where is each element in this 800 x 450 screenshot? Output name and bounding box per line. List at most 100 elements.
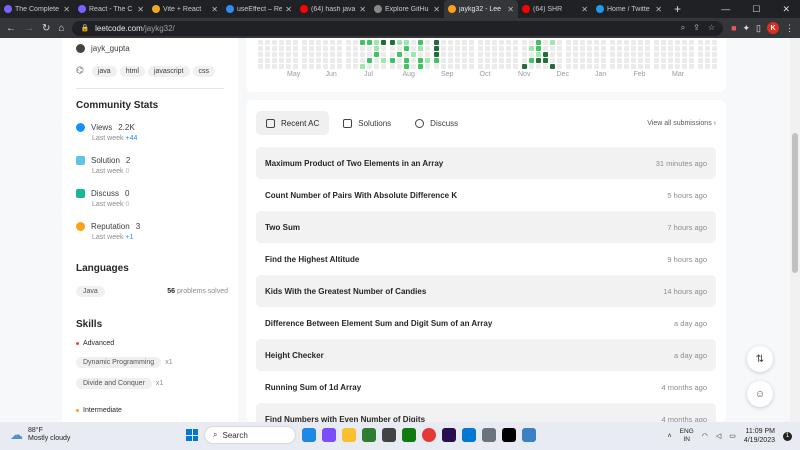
home-icon[interactable]: ⌂ xyxy=(58,23,64,34)
heatmap-cell xyxy=(617,52,622,57)
close-window-icon[interactable]: ✕ xyxy=(782,4,790,15)
submission-title[interactable]: Height Checker xyxy=(265,351,324,360)
xbox-icon[interactable] xyxy=(402,428,416,442)
reload-icon[interactable]: ↻ xyxy=(42,23,50,34)
heatmap-cell xyxy=(346,52,351,57)
puzzle-icon[interactable]: ✦ xyxy=(743,23,751,34)
submission-row[interactable]: Count Number of Pairs With Absolute Diff… xyxy=(256,179,716,211)
wifi-icon[interactable]: ◠ xyxy=(702,432,708,440)
close-tab-icon[interactable]: ✕ xyxy=(655,5,662,14)
heatmap-cell xyxy=(337,64,342,69)
submission-row[interactable]: Height Checker a day ago xyxy=(256,339,716,371)
edge-icon[interactable] xyxy=(302,428,316,442)
file-explorer-icon[interactable] xyxy=(342,428,356,442)
page-scrollbar[interactable] xyxy=(790,38,800,422)
skill-pill[interactable]: Divide and Conquer xyxy=(76,378,152,389)
submission-title[interactable]: Find the Highest Altitude xyxy=(265,255,359,264)
skill-tag[interactable]: html xyxy=(119,66,145,77)
skill-tag[interactable]: java xyxy=(91,66,117,77)
heatmap-cell xyxy=(323,46,328,51)
volume-icon[interactable]: ◁ xyxy=(716,432,721,440)
battery-icon[interactable]: ▭ xyxy=(729,432,736,440)
submission-title[interactable]: Maximum Product of Two Elements in an Ar… xyxy=(265,159,443,168)
feedback-icon[interactable]: ☺ xyxy=(747,381,773,407)
browser-tab[interactable]: The Complete ✕ xyxy=(0,0,74,18)
app-icon[interactable] xyxy=(382,428,396,442)
new-tab-button[interactable]: + xyxy=(666,2,689,16)
notification-icon[interactable]: 1 xyxy=(783,431,792,441)
chrome-icon[interactable] xyxy=(422,428,436,442)
vscode-icon[interactable] xyxy=(462,428,476,442)
browser-tab[interactable]: React - The C ✕ xyxy=(74,0,148,18)
back-icon[interactable]: ← xyxy=(6,23,16,34)
taskbar-search[interactable]: ⌕ Search xyxy=(204,426,296,444)
skill-tag[interactable]: css xyxy=(192,66,216,77)
zoom-icon[interactable]: ⌕ xyxy=(681,23,685,33)
forward-icon[interactable]: → xyxy=(24,23,34,34)
tab-solutions[interactable]: Solutions xyxy=(333,111,401,135)
submission-title[interactable]: Difference Between Element Sum and Digit… xyxy=(265,319,492,328)
submission-row[interactable]: Two Sum 7 hours ago xyxy=(256,211,716,243)
close-tab-icon[interactable]: ✕ xyxy=(285,5,292,14)
start-icon[interactable] xyxy=(186,429,198,441)
close-tab-icon[interactable]: ✕ xyxy=(359,5,366,14)
language-pill[interactable]: Java xyxy=(76,286,105,297)
premiere-icon[interactable] xyxy=(442,428,456,442)
close-tab-icon[interactable]: ✕ xyxy=(507,5,514,14)
browser-tab[interactable]: (64) hash java ✕ xyxy=(296,0,370,18)
skill-pill[interactable]: Dynamic Programming xyxy=(76,357,162,368)
minimize-icon[interactable]: — xyxy=(721,4,730,14)
profile-avatar[interactable]: K xyxy=(767,22,779,34)
submission-row[interactable]: Kids With the Greatest Number of Candies… xyxy=(256,275,716,307)
submission-row[interactable]: Find the Highest Altitude 9 hours ago xyxy=(256,243,716,275)
submission-row[interactable]: Running Sum of 1d Array 4 months ago xyxy=(256,371,716,403)
browser-tab[interactable]: (64) SHR ✕ xyxy=(518,0,592,18)
submission-title[interactable]: Count Number of Pairs With Absolute Diff… xyxy=(265,191,457,200)
chevron-up-icon[interactable]: ˄ xyxy=(668,433,672,440)
browser-tab[interactable]: Explore GitHu ✕ xyxy=(370,0,444,18)
share-icon[interactable]: ⇪ xyxy=(693,23,700,33)
maximize-icon[interactable]: ☐ xyxy=(752,4,760,15)
submission-row[interactable]: Difference Between Element Sum and Digit… xyxy=(256,307,716,339)
close-tab-icon[interactable]: ✕ xyxy=(433,5,440,14)
close-tab-icon[interactable]: ✕ xyxy=(211,5,218,14)
heatmap-cell xyxy=(631,46,636,51)
browser-tab[interactable]: jaykg32 - Lee ✕ xyxy=(444,0,518,18)
submission-row[interactable]: Find Numbers with Even Number of Digits 4… xyxy=(256,403,716,422)
browser-tab[interactable]: Home / Twitte ✕ xyxy=(592,0,666,18)
settings-icon[interactable] xyxy=(482,428,496,442)
submission-title[interactable]: Kids With the Greatest Number of Candies xyxy=(265,287,426,296)
tab-recent-ac[interactable]: Recent AC xyxy=(256,111,330,135)
close-tab-icon[interactable]: ✕ xyxy=(137,5,144,14)
heatmap-cell xyxy=(698,64,703,69)
sidepanel-icon[interactable]: ▯ xyxy=(756,23,761,34)
github-username[interactable]: jayk_gupta xyxy=(91,44,130,53)
bookmark-star-icon[interactable]: ☆ xyxy=(708,23,715,33)
view-all-submissions-link[interactable]: View all submissions › xyxy=(647,120,716,127)
input-language[interactable]: ENG IN xyxy=(680,428,694,444)
submission-title[interactable]: Two Sum xyxy=(265,223,300,232)
store-icon[interactable] xyxy=(362,428,376,442)
chat-icon[interactable] xyxy=(322,428,336,442)
browser-tab[interactable]: Vite + React ✕ xyxy=(148,0,222,18)
heatmap-cell xyxy=(469,64,474,69)
extension-icon[interactable]: ■ xyxy=(731,23,736,33)
close-tab-icon[interactable]: ✕ xyxy=(63,5,70,14)
snipping-icon[interactable] xyxy=(522,428,536,442)
menu-icon[interactable]: ⋮ xyxy=(785,23,794,34)
skill-tag[interactable]: javascript xyxy=(147,66,190,77)
submission-row[interactable]: Maximum Product of Two Elements in an Ar… xyxy=(256,147,716,179)
heatmap-cell xyxy=(279,40,284,45)
intellij-icon[interactable] xyxy=(502,428,516,442)
heatmap-cell xyxy=(323,64,328,69)
close-tab-icon[interactable]: ✕ xyxy=(581,5,588,14)
clock[interactable]: 11:09 PM 4/19/2023 xyxy=(744,427,775,445)
weather-widget[interactable]: ☁ 88°F Mostly cloudy xyxy=(10,427,70,443)
submission-title[interactable]: Running Sum of 1d Array xyxy=(265,383,361,392)
tab-discuss[interactable]: Discuss xyxy=(405,111,468,135)
scroll-thumb[interactable] xyxy=(792,133,798,273)
switch-icon[interactable]: ⇅ xyxy=(747,346,773,372)
browser-tab[interactable]: useEffect – Re ✕ xyxy=(222,0,296,18)
url-input[interactable]: 🔒 leetcode.com/jaykg32/ ⌕ ⇪ ☆ xyxy=(72,20,724,36)
submission-title[interactable]: Find Numbers with Even Number of Digits xyxy=(265,415,425,423)
